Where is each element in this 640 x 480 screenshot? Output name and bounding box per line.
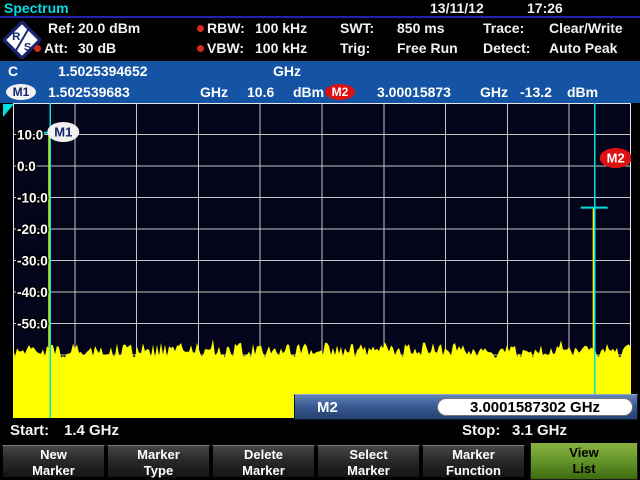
- ref-value: 20.0 dBm: [78, 19, 140, 37]
- marker-m1-badge: M1: [6, 84, 36, 100]
- rbw-modified-dot: [197, 25, 204, 32]
- detect-value: Auto Peak: [549, 39, 617, 57]
- entry-box-label: M2: [317, 398, 338, 417]
- center-freq-unit: GHz: [273, 63, 301, 80]
- svg-text:M1: M1: [54, 125, 72, 140]
- marker-m2-badge: M2: [325, 84, 355, 100]
- y-axis-label: 10.0: [17, 128, 43, 143]
- softkey-new-marker[interactable]: NewMarker: [2, 445, 105, 478]
- y-axis-label: 0.0: [17, 159, 36, 174]
- att-value: 30 dB: [78, 39, 116, 57]
- m1-level-unit: dBm: [293, 84, 324, 101]
- rbw-value: 100 kHz: [255, 19, 307, 37]
- trace-label: Trace:: [483, 19, 524, 37]
- m1-freq-value: 1.502539683: [48, 84, 130, 101]
- softkey-delete-marker[interactable]: DeleteMarker: [212, 445, 315, 478]
- vbw-modified-dot: [197, 45, 204, 52]
- marker-m2-flag: M2: [600, 148, 631, 168]
- detect-label: Detect:: [483, 39, 530, 57]
- m2-level-value: -13.2: [520, 84, 552, 101]
- softkey-marker-function[interactable]: MarkerFunction: [422, 445, 525, 478]
- ref-label: Ref:: [48, 19, 75, 37]
- time-display: 17:26: [527, 0, 563, 16]
- marker-frequency-input[interactable]: 3.0001587302 GHz: [437, 398, 633, 416]
- settings-row-1: Ref: 20.0 dBm RBW: 100 kHz SWT: 850 ms T…: [0, 19, 640, 37]
- mode-title: Spectrum: [4, 0, 69, 16]
- m2-freq-value: 3.00015873: [377, 84, 451, 101]
- vbw-value: 100 kHz: [255, 39, 307, 57]
- y-axis-label: -10.0: [17, 191, 48, 206]
- y-axis-label: -40.0: [17, 285, 48, 300]
- m1-level-value: 10.6: [247, 84, 274, 101]
- y-axis-label: -50.0: [17, 317, 48, 332]
- date-display: 13/11/12: [430, 0, 484, 16]
- settings-row-2: Att: 30 dB VBW: 100 kHz Trig: Free Run D…: [0, 39, 640, 57]
- att-modified-dot: [34, 45, 41, 52]
- softkey-marker-type[interactable]: MarkerType: [107, 445, 210, 478]
- att-label: Att:: [44, 39, 68, 57]
- vbw-label: VBW:: [207, 39, 244, 57]
- title-bar: Spectrum 13/11/12 17:26: [0, 0, 640, 18]
- softkey-bar: NewMarker MarkerType DeleteMarker Select…: [0, 443, 640, 480]
- rbw-label: RBW:: [207, 19, 245, 37]
- marker-m1-flag: M1: [47, 122, 79, 142]
- marker-info-band: C 1.5025394652 GHz M1 1.502539683 GHz 10…: [0, 61, 640, 103]
- frequency-axis-row: Start: 1.4 GHz Stop: 3.1 GHz: [0, 419, 640, 443]
- m1-freq-unit: GHz: [200, 84, 228, 101]
- spectrum-trace-chart: M1 M2 10.0 0.0 -10.0 -20.0 -30.0 -40.0 -50.0: [13, 103, 631, 418]
- marker-entry-box[interactable]: M2 3.0001587302 GHz: [294, 394, 638, 420]
- spectrum-analyzer-screen: Spectrum 13/11/12 17:26 R S Ref: 20.0 dB…: [0, 0, 640, 480]
- swt-label: SWT:: [340, 19, 374, 37]
- stop-freq-label: Stop:: [462, 422, 500, 440]
- trig-label: Trig:: [340, 39, 370, 57]
- m2-level-unit: dBm: [567, 84, 598, 101]
- softkey-select-marker[interactable]: SelectMarker: [317, 445, 420, 478]
- trace-value: Clear/Write: [549, 19, 623, 37]
- center-freq-label: C: [8, 63, 18, 80]
- y-axis-label: -20.0: [17, 222, 48, 237]
- trig-value: Free Run: [397, 39, 458, 57]
- y-axis-label: -30.0: [17, 254, 48, 269]
- spectrum-plot-area: M1 M2 10.0 0.0 -10.0 -20.0 -30.0 -40.0 -50.0: [13, 103, 631, 418]
- center-freq-value: 1.5025394652: [58, 63, 148, 80]
- svg-text:M2: M2: [607, 151, 625, 166]
- softkey-view-list[interactable]: ViewList: [530, 441, 638, 480]
- swt-value: 850 ms: [397, 19, 444, 37]
- trace-corner-indicator-icon: [3, 104, 14, 117]
- start-freq-value: 1.4 GHz: [64, 422, 119, 440]
- start-freq-label: Start:: [10, 422, 49, 440]
- stop-freq-value: 3.1 GHz: [512, 422, 567, 440]
- m2-freq-unit: GHz: [480, 84, 508, 101]
